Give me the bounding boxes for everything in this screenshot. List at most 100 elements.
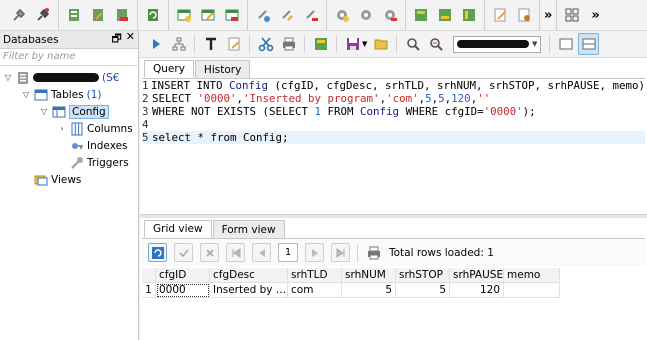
tab-query[interactable]: Query (144, 60, 194, 78)
column-header-srhpause[interactable]: srhPAUSE (450, 268, 504, 283)
export-icon (415, 9, 427, 21)
add-db-button[interactable] (63, 4, 85, 26)
settings-add-button[interactable] (331, 4, 353, 26)
grid-cell[interactable]: 5 (396, 283, 450, 298)
connect-db-button[interactable] (8, 4, 30, 26)
find-button[interactable] (402, 33, 423, 55)
layout-split-button[interactable] (578, 33, 600, 55)
delete-db-button[interactable] (111, 4, 133, 26)
data-button[interactable] (458, 4, 480, 26)
execute-query-button[interactable] (145, 33, 166, 55)
column-header-srhnum[interactable]: srhNUM (342, 268, 396, 283)
tree-item-triggers[interactable]: Triggers (0, 154, 138, 171)
column-header-cfgdesc[interactable]: cfgDesc (210, 268, 288, 283)
disconnect-db-button[interactable] (32, 4, 54, 26)
folder-icon (374, 39, 388, 50)
save-dropdown-arrow-icon[interactable]: ▼ (362, 40, 367, 48)
explain-plan-button[interactable] (168, 33, 189, 55)
views-icon (34, 173, 48, 187)
window-layout-button[interactable] (561, 4, 583, 26)
toolbar-group-export (406, 0, 485, 30)
sql-editor[interactable]: 1 INSERT INTO Config (cfgID, cfgDesc, srh… (142, 78, 645, 208)
find-replace-button[interactable] (425, 33, 446, 55)
collapse-arrow-icon[interactable]: ▽ (21, 90, 31, 100)
next-page-button[interactable] (305, 243, 324, 262)
export-button[interactable] (410, 4, 432, 26)
code-line[interactable]: 5 select * from Config; (142, 131, 645, 144)
tree-item-table-config[interactable]: ▽ Config (0, 103, 138, 120)
column-header-srhtld[interactable]: srhTLD (288, 268, 342, 283)
print-results-button[interactable] (365, 242, 383, 264)
tab-grid-view[interactable]: Grid view (144, 220, 212, 238)
databases-panel: Databases 🗗 ✕ Filter by name ▽ (S€ ▽ Tab… (0, 30, 139, 340)
print-button[interactable] (278, 33, 299, 55)
page-number-input[interactable]: 1 (278, 243, 298, 262)
rollback-button[interactable] (200, 243, 219, 262)
first-page-button[interactable] (226, 243, 245, 262)
refresh-db-button[interactable] (142, 4, 164, 26)
results-toolbar: 1 Total rows loaded: 1 (142, 238, 645, 266)
database-selector[interactable]: ▼ (453, 35, 542, 53)
clear-editor-button[interactable] (223, 33, 244, 55)
format-sql-button[interactable] (200, 33, 221, 55)
prev-page-button[interactable] (252, 243, 271, 262)
settings-button[interactable] (355, 4, 377, 26)
grid-cell[interactable]: 120 (450, 283, 504, 298)
collapse-arrow-icon[interactable]: ▽ (3, 73, 13, 83)
editor-results-splitter[interactable] (140, 214, 647, 218)
script-tool-button[interactable] (513, 4, 535, 26)
create-table-button[interactable] (173, 4, 195, 26)
grid-cell[interactable]: 0000 (156, 283, 210, 298)
code-line[interactable]: 4 (142, 118, 645, 131)
drop-table-button[interactable] (221, 4, 243, 26)
import-button[interactable] (434, 4, 456, 26)
code-text: SELECT '0000','Inserted by program','com… (150, 92, 490, 105)
collapse-arrow-icon[interactable]: ▽ (39, 107, 49, 117)
panel-close-icon[interactable]: ✕ (126, 30, 135, 49)
remove-link-button[interactable] (300, 4, 322, 26)
grid-cell[interactable]: Inserted by … (210, 283, 288, 298)
layout-single-button[interactable] (555, 33, 576, 55)
tab-history[interactable]: History (194, 60, 251, 78)
gear-icon (361, 10, 371, 20)
tree-item-views[interactable]: Views (0, 171, 138, 188)
grid-cell[interactable]: com (288, 283, 342, 298)
last-page-button[interactable] (331, 243, 350, 262)
open-sql-button[interactable] (370, 33, 391, 55)
row-number[interactable]: 1 (142, 283, 156, 298)
column-header-memo[interactable]: memo (504, 268, 560, 283)
tree-item-columns[interactable]: › Columns (0, 120, 138, 137)
expand-arrow-icon[interactable]: › (57, 124, 67, 134)
code-line[interactable]: 2 SELECT '0000','Inserted by program','co… (142, 92, 645, 105)
tree-item-tables[interactable]: ▽ Tables (1) (0, 86, 138, 103)
code-token: Config (360, 105, 400, 118)
refresh-results-button[interactable] (148, 243, 167, 262)
toolbar-overflow-button-2[interactable]: » (587, 8, 603, 23)
add-link-button[interactable] (252, 4, 274, 26)
toolbar-overflow-button[interactable]: » (540, 8, 556, 23)
table-row[interactable]: 1 0000 Inserted by … com 5 5 120 (142, 283, 645, 298)
column-header-cfgid[interactable]: cfgID (156, 268, 210, 283)
gear-add-icon (337, 10, 349, 22)
load-script-button[interactable] (310, 33, 331, 55)
edit-table-button[interactable] (197, 4, 219, 26)
tree-item-indexes[interactable]: Indexes (0, 137, 138, 154)
tab-form-view[interactable]: Form view (212, 220, 285, 238)
save-sql-button[interactable] (342, 33, 363, 55)
cut-button[interactable] (255, 33, 276, 55)
filter-by-name-input[interactable]: Filter by name (0, 49, 138, 66)
grid-cell[interactable] (504, 283, 560, 298)
prev-page-icon (258, 248, 265, 257)
settings-remove-button[interactable] (379, 4, 401, 26)
tree-item-database[interactable]: ▽ (S€ (0, 69, 138, 86)
edit-link-button[interactable] (276, 4, 298, 26)
panel-float-icon[interactable]: 🗗 (111, 30, 121, 49)
column-header-srhstop[interactable]: srhSTOP (396, 268, 450, 283)
grid-cell[interactable]: 5 (342, 283, 396, 298)
edit-db-button[interactable] (87, 4, 109, 26)
commit-button[interactable] (174, 243, 193, 262)
grid-corner[interactable] (142, 268, 156, 283)
code-line[interactable]: 1 INSERT INTO Config (cfgID, cfgDesc, srh… (142, 79, 645, 92)
code-line[interactable]: 3 WHERE NOT EXISTS (SELECT 1 FROM Config … (142, 105, 645, 118)
edit-script-button[interactable] (489, 4, 511, 26)
